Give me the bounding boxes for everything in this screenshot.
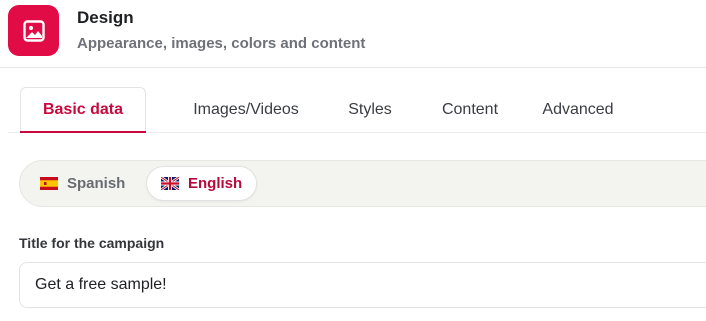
language-option-spanish[interactable]: Spanish — [29, 166, 136, 201]
tab-content[interactable]: Content — [427, 87, 513, 132]
tab-images-videos[interactable]: Images/Videos — [178, 87, 314, 132]
tab-styles[interactable]: Styles — [336, 87, 404, 132]
tab-bar: Basic data Images/Videos Styles Content … — [8, 87, 706, 133]
tab-advanced[interactable]: Advanced — [532, 87, 624, 132]
language-label: English — [188, 175, 243, 192]
campaign-title-input[interactable] — [19, 262, 706, 308]
tab-label: Advanced — [542, 100, 614, 118]
tab-label: Basic data — [42, 101, 124, 118]
tab-label: Styles — [348, 100, 392, 118]
page-header: Design Appearance, images, colors and co… — [0, 0, 706, 68]
language-label: Spanish — [67, 175, 126, 192]
campaign-title-label: Title for the campaign — [19, 235, 165, 251]
language-option-english[interactable]: English — [146, 166, 258, 201]
language-selector: Spanish English — [19, 160, 706, 207]
tab-basic-data[interactable]: Basic data — [20, 87, 146, 133]
uk-flag-icon — [161, 177, 179, 190]
image-icon — [8, 5, 59, 56]
tab-label: Images/Videos — [193, 100, 299, 118]
tab-label: Content — [441, 100, 499, 118]
page-subtitle: Appearance, images, colors and content — [77, 35, 366, 52]
page-title: Design — [77, 8, 134, 27]
spain-flag-icon — [40, 177, 58, 190]
